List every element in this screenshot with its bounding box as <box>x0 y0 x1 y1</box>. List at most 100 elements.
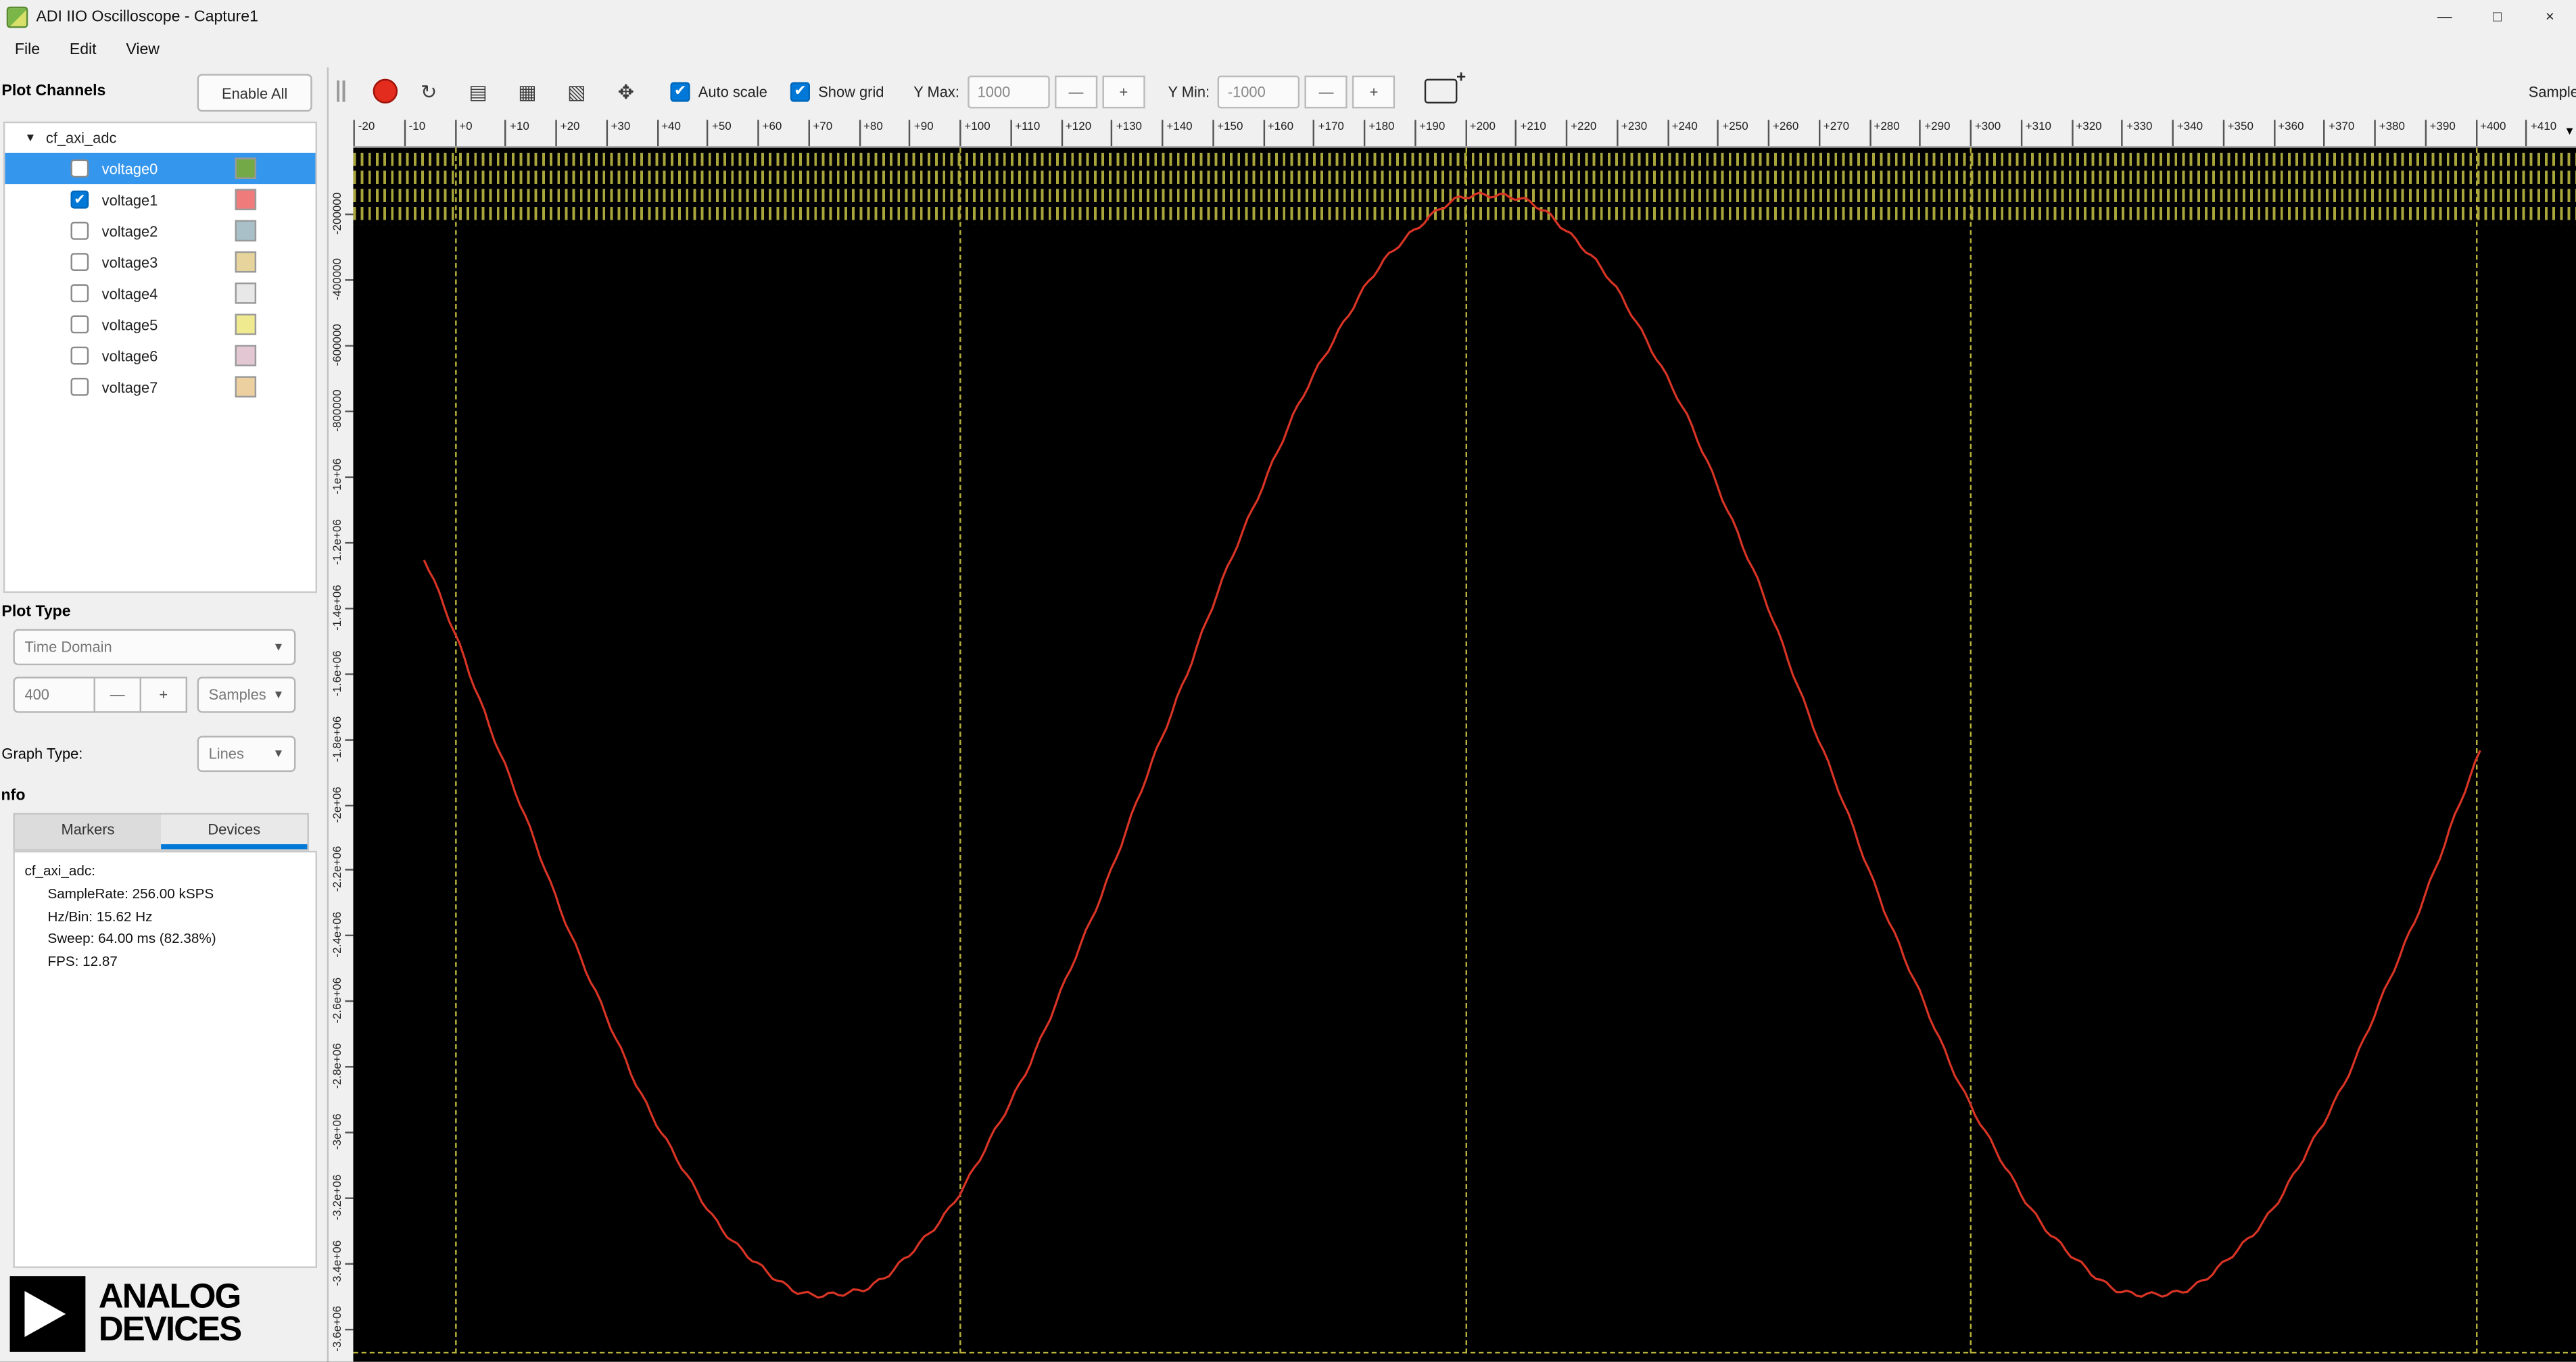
plot-toolbar: ↻ ▤ ▦ ▧ ✥ ✔ Auto scale ✔ Show grid Y Max… <box>329 67 2576 116</box>
plot-type-dropdown[interactable]: Time Domain ▼ <box>13 629 296 666</box>
x-tick-label: +310 <box>2020 120 2051 147</box>
channel-checkbox-voltage1[interactable]: ✔ <box>70 190 89 209</box>
show-grid-label: Show grid <box>818 82 884 100</box>
y-tick-mark <box>345 1328 354 1331</box>
x-tick-label: +100 <box>959 120 991 147</box>
y-max-decrement-button[interactable]: — <box>1054 74 1098 108</box>
auto-scale-checkbox[interactable]: ✔ <box>670 81 690 101</box>
x-tick-label: +250 <box>1717 120 1748 147</box>
menu-edit[interactable]: Edit <box>55 41 112 59</box>
channel-checkbox-voltage5[interactable] <box>70 315 89 334</box>
y-tick-label: -200000 <box>333 192 345 235</box>
tree-expander-icon[interactable]: ▼ <box>24 132 36 144</box>
x-axis-ruler[interactable]: ▾ -20 -10 +0 +10 +20 +30 +40 +50 +60 +70 +80 +90 +10… <box>353 115 2576 148</box>
x-tick-label: +140 <box>1162 120 1193 147</box>
sample-count-input[interactable]: 400 <box>13 677 95 713</box>
sample-unit-dropdown[interactable]: Samples ▼ <box>197 677 296 713</box>
x-tick-label: +80 <box>858 120 883 147</box>
channel-label: voltage5 <box>101 316 158 333</box>
channel-color-swatch[interactable] <box>235 314 257 335</box>
channel-checkbox-voltage6[interactable] <box>70 346 89 365</box>
x-tick-label: +340 <box>2172 120 2203 147</box>
x-tick-label: +210 <box>1515 120 1546 147</box>
channel-color-swatch[interactable] <box>235 157 257 179</box>
plot-channels-label: Plot Channels <box>1 82 106 101</box>
y-tick-label: -2e+06 <box>333 785 345 823</box>
y-tick-mark <box>345 869 354 871</box>
new-plot-button[interactable]: + <box>1425 69 1466 104</box>
channel-row-voltage4[interactable]: voltage4 <box>5 278 315 309</box>
channel-label: voltage3 <box>101 253 158 270</box>
ruler-options-arrow-icon[interactable]: ▾ <box>2567 123 2573 138</box>
channel-row-voltage7[interactable]: voltage7 <box>5 371 315 402</box>
y-tick-mark <box>345 804 354 806</box>
y-tick-label: -400000 <box>333 258 345 301</box>
channel-row-voltage2[interactable]: voltage2 <box>5 215 315 246</box>
device-group-row[interactable]: ▼ cf_axi_adc <box>5 123 315 153</box>
channel-checkbox-voltage2[interactable] <box>70 222 89 240</box>
y-max-input[interactable]: 1000 <box>968 74 1050 108</box>
grid-layout-icon[interactable]: ▦ <box>509 73 545 109</box>
graph-type-value: Lines <box>208 746 244 762</box>
close-button[interactable]: × <box>2523 0 2576 33</box>
channel-row-voltage0[interactable]: voltage0 <box>5 152 316 185</box>
toolbar-grip[interactable] <box>337 80 347 102</box>
channel-checkbox-voltage0[interactable] <box>70 159 89 178</box>
menu-bar: File Edit View <box>0 32 2576 68</box>
x-tick-label: +240 <box>1667 120 1698 147</box>
enable-all-button[interactable]: Enable All <box>197 74 312 112</box>
channel-row-voltage1[interactable]: ✔ voltage1 <box>5 184 315 215</box>
x-tick-label: -20 <box>353 120 375 147</box>
refresh-icon[interactable]: ↻ <box>411 73 447 109</box>
channel-color-swatch[interactable] <box>235 220 257 242</box>
graph-type-dropdown[interactable]: Lines ▼ <box>197 735 296 773</box>
device-info-line: FPS: 12.87 <box>47 952 118 969</box>
channel-color-swatch[interactable] <box>235 282 257 304</box>
auto-scale-label: Auto scale <box>698 82 767 100</box>
window-title: ADI IIO Oscilloscope - Capture1 <box>36 7 258 26</box>
sample-count-decrement-button[interactable]: — <box>93 677 141 713</box>
device-info-line: Sweep: 64.00 ms (82.38%) <box>47 930 216 947</box>
channel-color-swatch[interactable] <box>235 189 257 211</box>
save-icon[interactable]: ▤ <box>460 73 496 109</box>
y-max-increment-button[interactable]: + <box>1102 74 1145 108</box>
window-controls: — □ × <box>2418 0 2576 33</box>
y-axis-ruler[interactable]: -200000 -400000 -600000 -800000 -1e+06 -1.2e+… <box>329 147 354 1362</box>
channel-color-swatch[interactable] <box>235 376 257 398</box>
channel-color-swatch[interactable] <box>235 345 257 366</box>
x-tick-label: +10 <box>504 120 529 147</box>
channel-row-voltage6[interactable]: voltage6 <box>5 340 315 371</box>
menu-view[interactable]: View <box>111 41 174 59</box>
tab-devices[interactable]: Devices <box>161 814 308 850</box>
show-grid-checkbox[interactable]: ✔ <box>790 81 811 101</box>
y-min-increment-button[interactable]: + <box>1352 74 1396 108</box>
y-min-decrement-button[interactable]: — <box>1305 74 1348 108</box>
channel-checkbox-voltage4[interactable] <box>70 284 89 303</box>
channel-checkbox-voltage3[interactable] <box>70 253 89 271</box>
info-tab-bar: Markers Devices <box>13 812 309 851</box>
main-content: Plot Channels Enable All ▼ cf_axi_adc vo… <box>0 67 2576 1362</box>
y-tick-label: -1.6e+06 <box>333 650 345 696</box>
y-min-label: Y Min: <box>1168 82 1210 100</box>
channel-checkbox-voltage7[interactable] <box>70 377 89 396</box>
waveform-plot <box>423 191 2481 1299</box>
chevron-down-icon: ▼ <box>272 748 285 760</box>
chart-icon[interactable]: ▧ <box>558 73 594 109</box>
y-tick-label: -3.6e+06 <box>333 1306 345 1352</box>
y-min-input[interactable]: -1000 <box>1218 74 1300 108</box>
maximize-button[interactable]: □ <box>2471 0 2524 33</box>
sample-count-increment-button[interactable]: + <box>139 677 188 713</box>
x-tick-label: +330 <box>2121 120 2152 147</box>
oscilloscope-canvas[interactable] <box>353 147 2576 1362</box>
x-tick-label: +160 <box>1262 120 1293 147</box>
capture-record-button[interactable] <box>373 78 398 104</box>
channel-row-voltage5[interactable]: voltage5 <box>5 309 315 340</box>
tab-markers[interactable]: Markers <box>15 814 161 849</box>
channel-color-swatch[interactable] <box>235 251 257 273</box>
channel-row-voltage3[interactable]: voltage3 <box>5 247 315 278</box>
minimize-button[interactable]: — <box>2418 0 2471 33</box>
move-icon[interactable]: ✥ <box>608 73 644 109</box>
y-tick-mark <box>345 475 354 478</box>
menu-file[interactable]: File <box>0 41 55 59</box>
plus-icon: + <box>1456 69 1466 87</box>
